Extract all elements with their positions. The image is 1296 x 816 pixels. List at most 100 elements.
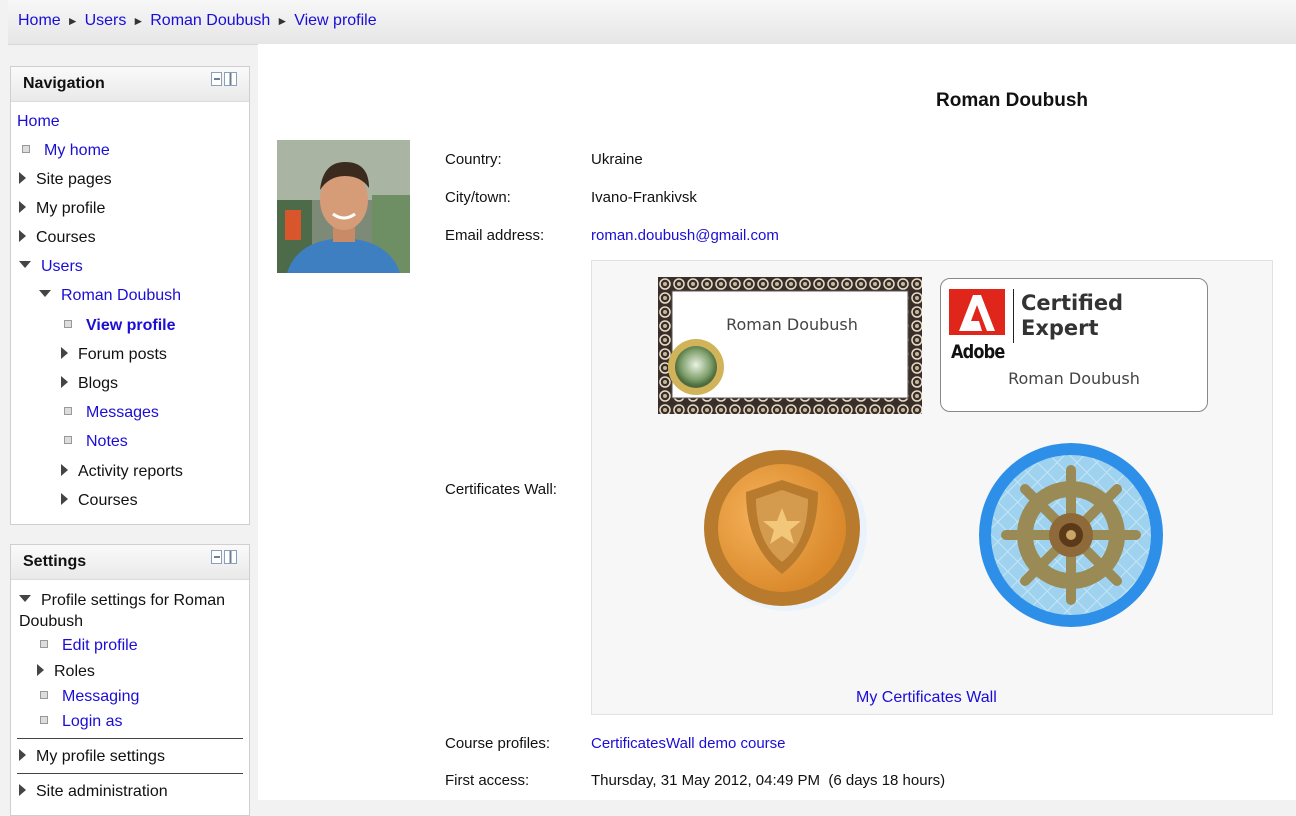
ship-wheel-badge-icon[interactable] xyxy=(978,442,1164,628)
certificate-holder-name: Roman Doubush xyxy=(1008,369,1140,388)
certificates-label: Certificates Wall: xyxy=(445,481,557,498)
nav-item-blogs[interactable]: Blogs xyxy=(61,375,118,393)
minimize-icon[interactable] xyxy=(211,72,223,86)
nav-item-label: Roman Doubush xyxy=(61,287,182,304)
nav-item-site-pages[interactable]: Site pages xyxy=(19,171,112,189)
nav-item-forum-posts[interactable]: Forum posts xyxy=(61,346,167,364)
main-content: Roman Doubush Country: Ukraine City/town… xyxy=(258,44,1296,800)
nav-item-notes[interactable]: Notes xyxy=(61,433,128,451)
nav-item-label: My home xyxy=(44,142,110,159)
breadcrumb-bar: Home ► Users ► Roman Doubush ► View profile xyxy=(8,0,1296,45)
breadcrumb: Home ► Users ► Roman Doubush ► View profile xyxy=(18,12,377,30)
course-profiles-label: Course profiles: xyxy=(445,735,551,752)
my-certificates-wall-link[interactable]: My Certificates Wall xyxy=(856,689,997,707)
block-controls[interactable] xyxy=(211,550,237,564)
adobe-certificate-card[interactable]: Adobe Certified Expert Roman Doubush xyxy=(940,278,1208,412)
nav-item-label: Activity reports xyxy=(78,463,183,480)
breadcrumb-users[interactable]: Users xyxy=(85,12,127,29)
course-profile-link[interactable]: CertificatesWall demo course xyxy=(591,735,786,752)
my-profile-settings-node[interactable]: My profile settings xyxy=(19,748,165,766)
chevron-down-icon xyxy=(19,595,31,603)
nav-item-label: Courses xyxy=(78,492,138,509)
certification-title: Certified Expert xyxy=(1021,291,1123,341)
certification-title-line: Expert xyxy=(1021,316,1099,340)
minimize-icon[interactable] xyxy=(211,550,223,564)
navigation-header: Navigation xyxy=(11,67,249,102)
divider xyxy=(17,738,243,739)
chevron-right-icon xyxy=(61,492,68,505)
avatar xyxy=(277,140,410,273)
certification-title-line: Certified xyxy=(1021,291,1124,315)
breadcrumb-home[interactable]: Home xyxy=(18,12,61,29)
chevron-right-icon xyxy=(19,171,26,184)
breadcrumb-view-profile[interactable]: View profile xyxy=(294,12,376,29)
nav-item-my-profile[interactable]: My profile xyxy=(19,200,105,218)
nav-item-label: Forum posts xyxy=(78,346,167,363)
nav-item-my-home[interactable]: My home xyxy=(19,142,110,160)
navigation-title: Navigation xyxy=(23,75,105,92)
settings-block: Settings Profile settings for Roman Doub… xyxy=(10,544,250,816)
shield-badge-icon[interactable] xyxy=(702,446,872,616)
site-admin-node[interactable]: Site administration xyxy=(19,783,168,801)
settings-item-label: Roles xyxy=(54,663,95,680)
chevron-down-icon xyxy=(39,290,51,298)
adobe-logo-icon xyxy=(949,289,1005,335)
chevron-right-icon xyxy=(19,229,26,242)
nav-item-label: Notes xyxy=(86,433,128,450)
breadcrumb-separator: ► xyxy=(66,14,79,28)
bullet-icon xyxy=(40,715,48,724)
nav-item-courses[interactable]: Courses xyxy=(19,229,96,247)
breadcrumb-separator: ► xyxy=(276,14,289,28)
settings-item-roles[interactable]: Roles xyxy=(37,663,95,681)
settings-item-login-as[interactable]: Login as xyxy=(37,713,123,731)
my-profile-settings-label: My profile settings xyxy=(36,748,165,765)
block-controls[interactable] xyxy=(211,72,237,86)
nav-item-label: Blogs xyxy=(78,375,119,392)
nav-item-users[interactable]: Users xyxy=(19,258,83,276)
country-value: Ukraine xyxy=(591,151,643,168)
dock-icon[interactable] xyxy=(224,550,237,564)
nav-item-messages[interactable]: Messages xyxy=(61,404,159,422)
site-admin-label: Site administration xyxy=(36,783,168,800)
page-title: Roman Doubush xyxy=(936,90,1088,111)
bullet-icon xyxy=(64,435,72,444)
bullet-icon xyxy=(64,319,72,328)
dock-icon[interactable] xyxy=(224,72,237,86)
nav-item-label: Courses xyxy=(36,229,96,246)
bullet-icon xyxy=(22,144,30,153)
nav-item-courses[interactable]: Courses xyxy=(61,492,138,510)
settings-item-edit-profile[interactable]: Edit profile xyxy=(37,637,138,655)
first-access-value: Thursday, 31 May 2012, 04:49 PM (6 days … xyxy=(591,772,946,789)
city-label: City/town: xyxy=(445,189,511,206)
bullet-icon xyxy=(64,406,72,415)
nav-item-label: Home xyxy=(17,113,60,130)
certificate-card[interactable] xyxy=(658,277,922,414)
bullet-icon xyxy=(40,690,48,699)
country-label: Country: xyxy=(445,151,502,168)
chevron-right-icon xyxy=(19,200,26,213)
settings-item-label: Edit profile xyxy=(62,637,138,654)
certificates-wall: Roman Doubush Adobe Certified Expert Rom… xyxy=(591,260,1273,715)
settings-item-label: Login as xyxy=(62,713,123,730)
adobe-brand: Adobe xyxy=(951,341,1005,363)
nav-item-activity-reports[interactable]: Activity reports xyxy=(61,463,183,481)
breadcrumb-separator: ► xyxy=(132,14,145,28)
profile-settings-node[interactable]: Profile settings for Roman Doubush xyxy=(19,590,241,632)
nav-item-label: View profile xyxy=(86,317,176,334)
nav-item-label: Site pages xyxy=(36,171,112,188)
breadcrumb-user[interactable]: Roman Doubush xyxy=(150,12,270,29)
settings-item-messaging[interactable]: Messaging xyxy=(37,688,139,706)
settings-item-label: Messaging xyxy=(62,688,140,705)
email-link[interactable]: roman.doubush@gmail.com xyxy=(591,227,779,244)
email-label: Email address: xyxy=(445,227,545,244)
chevron-down-icon xyxy=(19,261,31,269)
bullet-icon xyxy=(40,639,48,648)
nav-item-label: My profile xyxy=(36,200,106,217)
chevron-right-icon xyxy=(61,375,68,388)
chevron-right-icon xyxy=(19,783,26,796)
nav-item-roman-doubush[interactable]: Roman Doubush xyxy=(39,287,181,305)
profile-settings-label: Profile settings for Roman Doubush xyxy=(19,592,226,630)
nav-item-view-profile[interactable]: View profile xyxy=(61,317,176,335)
nav-item-home[interactable]: Home xyxy=(17,113,60,131)
navigation-block: Navigation Home My home Site pages My profi… xyxy=(10,66,250,525)
